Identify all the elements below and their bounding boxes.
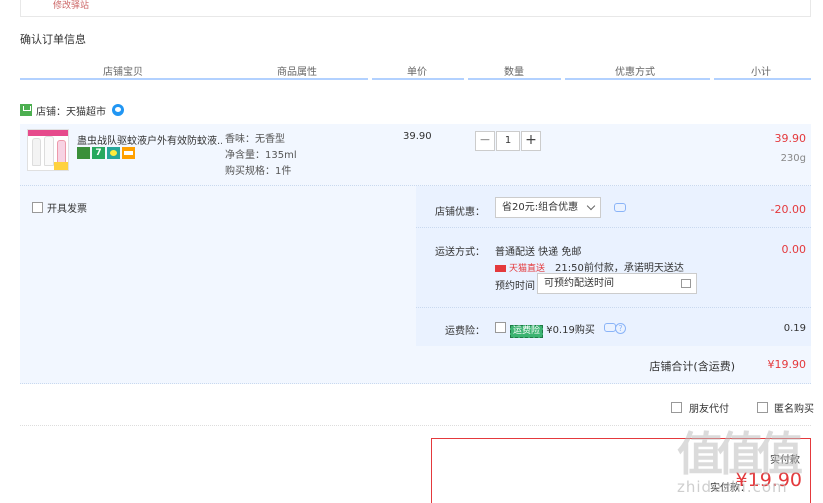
- attribute-spec: 购买规格：1件: [225, 166, 292, 177]
- order-options-area: 开具发票 店铺优惠： 省20元:组合优惠 -20.00 运送方式： 普通配送 快…: [20, 186, 811, 346]
- column-headers: 店铺宝贝 商品属性 单价 数量 优惠方式 小计: [20, 62, 811, 80]
- insurance-option: 运费险 ¥0.19购买: [510, 321, 595, 338]
- item-weight: 230g: [780, 153, 806, 164]
- quantity-minus-button[interactable]: −: [475, 131, 495, 151]
- store-total-label: 店铺合计(含运费): [649, 360, 735, 373]
- insurance-price: ¥0.19购买: [546, 325, 595, 336]
- quantity-plus-button[interactable]: +: [521, 131, 541, 151]
- column-divider: [464, 78, 468, 80]
- credit-card-icon[interactable]: [122, 147, 135, 159]
- product-title[interactable]: 蛊虫战队驱蚊液户外有效防蚊液...: [77, 132, 222, 147]
- anonymous-checkbox[interactable]: [757, 402, 768, 413]
- address-box: 修改驿站: [20, 0, 811, 17]
- column-header-unit-price: 单价: [407, 67, 427, 78]
- shipping-method: 普通配送 快递 免邮: [495, 247, 582, 258]
- options-panel: 店铺优惠： 省20元:组合优惠 -20.00 运送方式： 普通配送 快递 免邮 …: [416, 186, 811, 346]
- unit-price: 39.90: [403, 131, 432, 142]
- insurance-label: 运费险：: [445, 326, 485, 337]
- invoice-checkbox[interactable]: [32, 202, 43, 213]
- store-total-value: ¥19.90: [767, 358, 807, 371]
- column-header-attributes: 商品属性: [277, 67, 317, 78]
- column-header-discount: 优惠方式: [615, 67, 655, 78]
- calendar-icon[interactable]: [681, 279, 691, 288]
- divider: [20, 425, 811, 426]
- friend-pay-label: 朋友代付: [689, 404, 729, 415]
- insurance-tag: 运费险: [510, 325, 544, 338]
- product-attributes: 香味：无香型 净含量：135ml 购买规格：1件: [225, 132, 297, 180]
- service-badge-icon[interactable]: [77, 147, 90, 159]
- item-subtotal: 39.90: [774, 132, 807, 145]
- shipping-row: 运送方式： 普通配送 快递 免邮 天猫直送 21:50前付款，承诺明天送达 预约时…: [416, 228, 811, 308]
- shop-icon: [20, 104, 32, 116]
- shop-line: 店铺：天猫超市: [20, 101, 124, 119]
- shipping-value: 0.00: [781, 243, 807, 256]
- discount-select[interactable]: 省20元:组合优惠: [495, 197, 601, 218]
- comment-icon[interactable]: [614, 203, 626, 212]
- insurance-row: 运费险： 运费险 ¥0.19购买 ? 0.19: [416, 308, 811, 346]
- column-divider: [561, 78, 565, 80]
- invoice-label: 开具发票: [47, 204, 87, 215]
- actual-pay-amount: ¥19.90: [735, 469, 802, 491]
- column-header-subtotal: 小计: [751, 67, 771, 78]
- attribute-volume: 净含量：135ml: [225, 150, 297, 161]
- insurance-checkbox[interactable]: [495, 322, 506, 333]
- friend-pay-checkbox[interactable]: [671, 402, 682, 413]
- order-item-row: 蛊虫战队驱蚊液户外有效防蚊液... 7 香味：无香型 净含量：135ml 购买规…: [20, 124, 811, 186]
- shipping-promise-line: 天猫直送 21:50前付款，承诺明天送达: [495, 259, 684, 274]
- actual-pay-small: 实付款: [770, 455, 800, 466]
- quantity-input[interactable]: 1: [496, 131, 520, 151]
- invoice-option[interactable]: 开具发票: [32, 200, 87, 215]
- discount-row: 店铺优惠： 省20元:组合优惠 -20.00: [416, 186, 811, 228]
- anonymous-option[interactable]: 匿名购买: [757, 400, 814, 415]
- service-badges: 7: [77, 147, 135, 159]
- section-title: 确认订单信息: [20, 33, 86, 46]
- payment-summary-box: 实付款 实付款： ¥19.90: [431, 438, 811, 503]
- modify-station-link[interactable]: 修改驿站: [53, 0, 89, 11]
- column-header-shop-item: 店铺宝贝: [103, 67, 143, 78]
- quantity-stepper: − 1 +: [475, 131, 541, 151]
- seven-day-return-icon[interactable]: 7: [92, 147, 105, 159]
- shipping-label: 运送方式：: [435, 247, 485, 258]
- friend-pay-option[interactable]: 朋友代付: [671, 400, 729, 415]
- discount-value: -20.00: [770, 203, 806, 216]
- shop-name[interactable]: 店铺：天猫超市: [36, 103, 106, 118]
- help-icon[interactable]: ?: [615, 323, 626, 334]
- store-total-row: 店铺合计(含运费) ¥19.90: [20, 346, 811, 384]
- column-divider: [710, 78, 714, 80]
- chevron-down-icon: [586, 201, 596, 211]
- chat-wangwang-icon[interactable]: [112, 104, 124, 116]
- reserve-time-label: 预约时间: [495, 281, 535, 292]
- discount-label: 店铺优惠：: [435, 207, 485, 218]
- column-header-quantity: 数量: [504, 67, 524, 78]
- column-divider: [368, 78, 372, 80]
- tmall-logo-icon: [495, 264, 506, 272]
- insurance-value: 0.19: [783, 323, 806, 334]
- anonymous-label: 匿名购买: [774, 404, 814, 415]
- service-badge-icon[interactable]: [107, 147, 120, 159]
- product-thumbnail[interactable]: [27, 129, 69, 171]
- attribute-scent: 香味：无香型: [225, 134, 285, 145]
- reserve-time-input[interactable]: 可预约配送时间: [537, 273, 697, 294]
